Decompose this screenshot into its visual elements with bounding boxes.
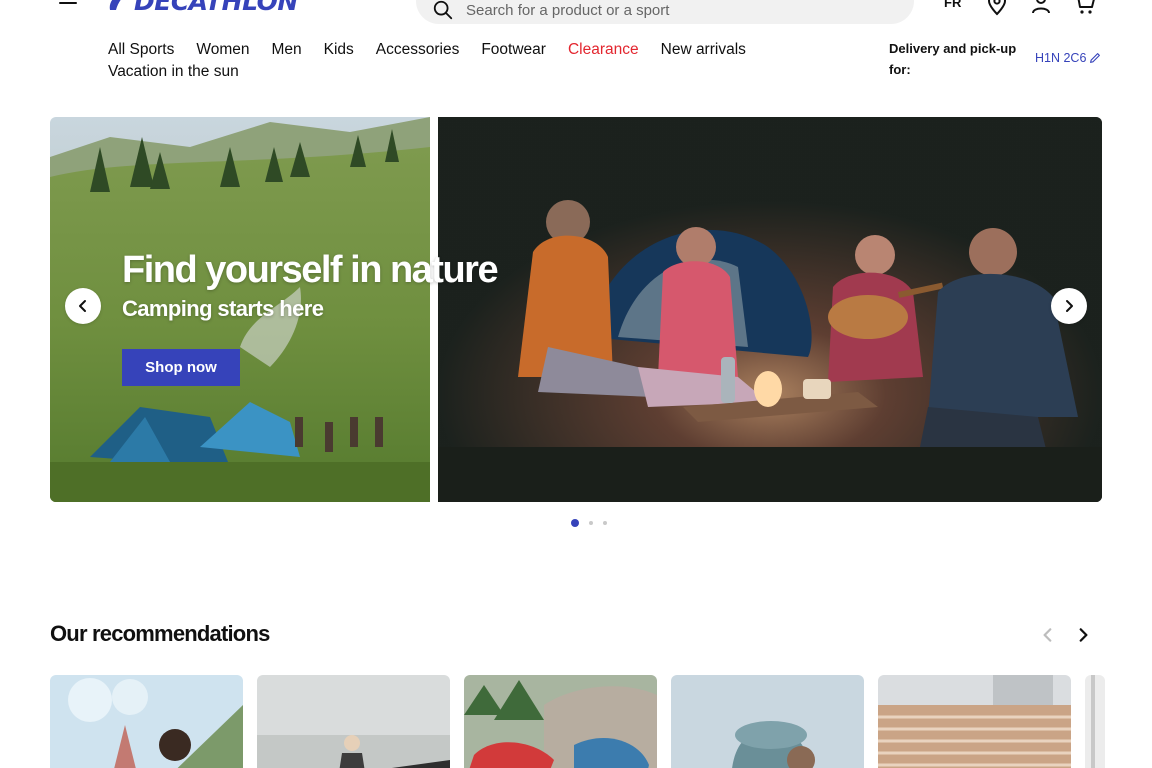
postal-code-selector[interactable]: H1N 2C6: [1035, 51, 1102, 65]
site-header: DECATHLON FR: [0, 0, 1152, 28]
logo-mark-icon: [109, 0, 121, 10]
nav-item-vacation[interactable]: Vacation in the sun: [108, 62, 239, 82]
chevron-left-icon: [79, 300, 86, 312]
nav-item-men[interactable]: Men: [271, 40, 301, 60]
carousel-next-button[interactable]: [1051, 288, 1087, 324]
account-icon[interactable]: [1029, 0, 1053, 16]
nav-item-new-arrivals[interactable]: New arrivals: [661, 40, 746, 60]
carousel-dot-1[interactable]: [571, 519, 579, 527]
nav-item-all-sports[interactable]: All Sports: [108, 40, 174, 60]
language-toggle[interactable]: FR: [944, 0, 961, 10]
hero-image-campfire-night: [438, 117, 1102, 502]
carousel-dot-2[interactable]: [589, 521, 593, 525]
search-input[interactable]: [466, 1, 866, 19]
cart-icon[interactable]: [1073, 0, 1097, 16]
carousel-pagination: [571, 519, 617, 527]
recommendations-next-icon[interactable]: [1074, 626, 1092, 644]
carousel-dot-3[interactable]: [603, 521, 607, 525]
carousel-prev-button[interactable]: [65, 288, 101, 324]
recommendation-card-1[interactable]: [50, 675, 243, 768]
postal-code: H1N 2C6: [1035, 51, 1087, 65]
menu-icon[interactable]: [56, 0, 80, 14]
recommendations-prev-icon[interactable]: [1039, 626, 1057, 644]
nav-item-clearance[interactable]: Clearance: [568, 40, 639, 60]
store-locator-icon[interactable]: [985, 0, 1009, 16]
nav-item-accessories[interactable]: Accessories: [376, 40, 460, 60]
nav-item-kids[interactable]: Kids: [324, 40, 354, 60]
edit-pencil-icon[interactable]: [1088, 51, 1102, 65]
recommendation-card-3[interactable]: [464, 675, 657, 768]
delivery-label: Delivery and pick-up for:: [889, 41, 1017, 77]
search-icon[interactable]: [432, 0, 454, 21]
chevron-right-icon: [1066, 300, 1073, 312]
logo[interactable]: DECATHLON: [106, 0, 298, 16]
recommendations-title: Our recommendations: [50, 621, 270, 646]
hero-subtitle: Camping starts here: [122, 296, 324, 321]
logo-wordmark: DECATHLON: [134, 0, 298, 16]
main-nav: All Sports Women Men Kids Accessories Fo…: [108, 40, 798, 82]
search-bar[interactable]: [416, 0, 914, 24]
recommendation-card-5[interactable]: [878, 675, 1071, 768]
shop-now-button[interactable]: Shop now: [122, 349, 240, 386]
recommendation-card-6[interactable]: [1085, 675, 1105, 768]
recommendation-card-4[interactable]: [671, 675, 864, 768]
nav-item-footwear[interactable]: Footwear: [481, 40, 546, 60]
nav-item-women[interactable]: Women: [196, 40, 249, 60]
recommendation-card-2[interactable]: [257, 675, 450, 768]
hero-title: Find yourself in nature: [122, 249, 499, 291]
